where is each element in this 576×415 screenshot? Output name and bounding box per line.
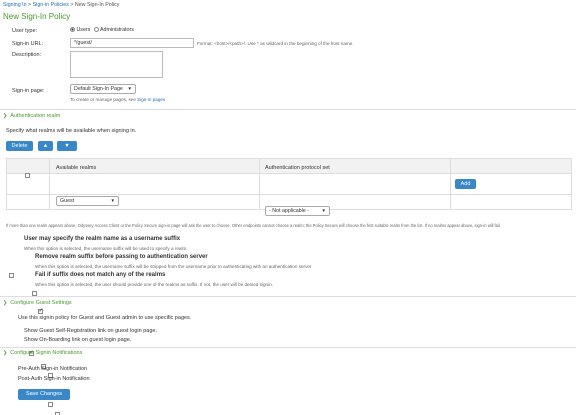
chevron-down-icon: ❯ <box>3 350 8 356</box>
fail-if-no-match-checkbox[interactable] <box>38 308 43 315</box>
breadcrumb-link-signin-policies[interactable]: Sign-in Policies <box>33 2 69 8</box>
available-realm-select[interactable]: Guest ▼ <box>56 196 119 206</box>
realm-intro-text: Specify what realms will be available wh… <box>6 128 137 134</box>
user-type-users-radio[interactable] <box>70 27 75 33</box>
guest-settings-title: Configure Guest Settings <box>10 300 72 306</box>
user-type-users-label: Users <box>76 27 91 33</box>
signin-page-select[interactable]: Default Sign-In Page ▼ <box>70 84 136 94</box>
remove-suffix-title: Remove realm suffix before passing to au… <box>35 254 208 260</box>
column-header-available-realms: Available realms <box>56 165 97 171</box>
breadcrumb: Signing In > Sign-in Policies > New Sign… <box>3 2 119 8</box>
auth-protocol-selected: - Not applicable - <box>269 208 310 214</box>
chevron-down-icon: ▼ <box>127 86 132 91</box>
available-realm-selected: Guest <box>60 198 75 204</box>
fail-if-no-match-hint: When this option is selected, the user s… <box>35 282 273 287</box>
realm-selection-note: If more than one realm appears above, Od… <box>6 223 501 228</box>
arrow-down-icon: ▼ <box>64 143 70 149</box>
use-guest-policy-label: Use this signin policy for Guest and Gue… <box>18 315 192 321</box>
chevron-down-icon: ❯ <box>3 113 8 119</box>
section-divider <box>0 109 576 110</box>
username-suffix-title: User may specify the realm name as a use… <box>24 236 181 242</box>
guest-settings-toggle[interactable]: ❯ Configure Guest Settings <box>3 300 72 306</box>
signin-notifications-title: Configure Signin Notifications <box>10 350 83 356</box>
arrow-up-icon: ▲ <box>42 143 49 149</box>
breadcrumb-current: New Sign-In Policy <box>74 2 120 8</box>
chevron-down-icon: ❯ <box>3 300 8 306</box>
signin-pages-link[interactable]: Sign-in pages <box>137 97 165 102</box>
user-type-administrators-label: Administrators <box>100 27 134 33</box>
authentication-realm-title: Authentication realm <box>10 113 61 119</box>
onboarding-link-label: Show On-Boarding link on guest login pag… <box>24 337 132 343</box>
remove-suffix-hint: When this option is selected, the userna… <box>35 264 312 269</box>
post-auth-notification-label: Post-Auth Sign-in Notification <box>18 376 90 382</box>
column-header-auth-protocol-set: Authentication protocol set <box>265 165 330 171</box>
breadcrumb-separator: > <box>70 2 74 8</box>
fail-if-no-match-title: Fail if suffix does not match any of the… <box>35 272 166 278</box>
signin-url-label: Sign-in URL: <box>12 41 44 47</box>
authentication-realm-toggle[interactable]: ❯ Authentication realm <box>3 113 60 119</box>
signin-page-selected: Default Sign-In Page <box>74 86 123 92</box>
section-divider <box>0 296 576 297</box>
breadcrumb-separator: > <box>28 2 32 8</box>
select-all-checkbox[interactable] <box>25 173 30 179</box>
chevron-down-icon: ▼ <box>110 198 115 203</box>
user-type-group: Users Administrators <box>70 27 134 33</box>
user-type-label: User type: <box>12 28 38 34</box>
add-realm-button[interactable]: Add <box>455 179 476 189</box>
description-label: Description: <box>12 52 42 58</box>
table-row-divider <box>7 194 571 195</box>
pre-auth-notification-label: Pre-Auth Sign-in Notification <box>18 366 88 372</box>
signin-page-label: Sign-in page: <box>12 88 45 94</box>
signin-url-hint: Format: <host>/<path>/. Use * as wildcar… <box>197 41 354 46</box>
move-up-button[interactable]: ▲ <box>38 141 53 151</box>
table-column-divider <box>259 159 260 209</box>
save-changes-button[interactable]: Save Changes <box>18 389 70 400</box>
chevron-down-icon: ▼ <box>321 208 326 213</box>
auth-protocol-select[interactable]: - Not applicable - ▼ <box>265 206 330 216</box>
user-type-administrators-radio[interactable] <box>93 27 99 33</box>
section-divider <box>0 347 576 348</box>
description-textarea[interactable] <box>70 51 163 78</box>
signin-page-hint: To create or manage pages, see Sign-in p… <box>70 97 166 102</box>
breadcrumb-link-signing-in[interactable]: Signing In <box>3 2 27 8</box>
table-column-divider <box>450 159 451 209</box>
move-down-button[interactable]: ▼ <box>57 141 77 151</box>
delete-button[interactable]: Delete <box>6 141 33 151</box>
table-column-divider <box>49 159 50 209</box>
signin-url-input[interactable]: */guest/ <box>70 38 194 48</box>
pre-auth-notification-checkbox[interactable] <box>48 402 54 408</box>
guest-self-registration-label: Show Guest Self-Registration link on gue… <box>24 328 157 334</box>
page-title: New Sign-In Policy <box>3 12 71 21</box>
username-suffix-hint: When this option is selected, the userna… <box>24 246 188 251</box>
username-suffix-checkbox[interactable] <box>9 273 14 279</box>
signin-notifications-toggle[interactable]: ❯ Configure Signin Notifications <box>3 350 82 356</box>
